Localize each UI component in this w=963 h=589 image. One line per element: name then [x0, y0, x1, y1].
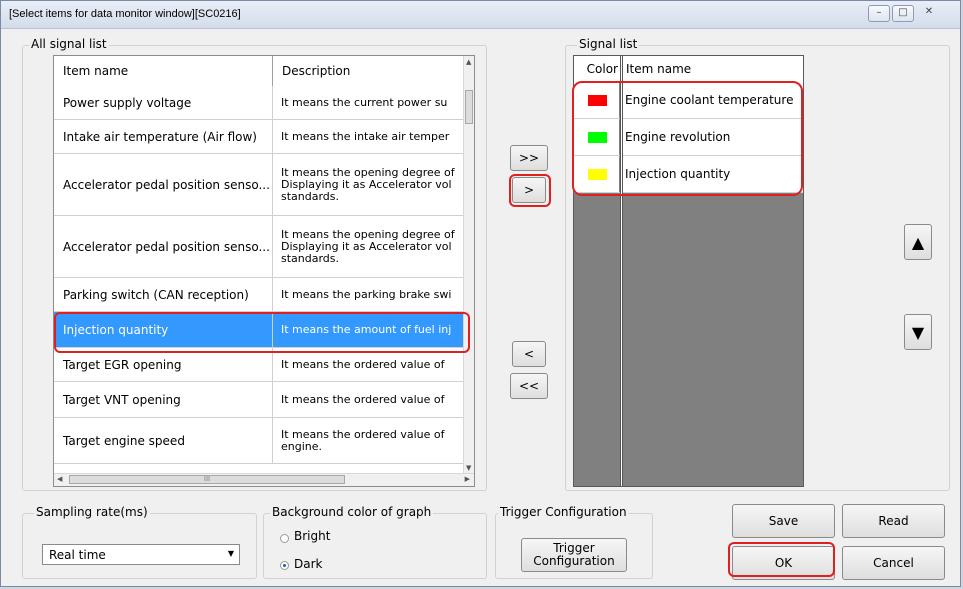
color-swatch[interactable] [588, 95, 607, 106]
dialog-window: [Select items for data monitor window][S… [0, 0, 961, 587]
color-swatch[interactable] [588, 132, 607, 143]
cell-item-name: Target VNT opening [54, 382, 273, 417]
color-cell [574, 119, 620, 155]
table-row[interactable]: Accelerator pedal position senso... It m… [54, 216, 464, 278]
cell-item-name: Target engine speed [54, 418, 273, 463]
column-header-color[interactable]: Color [574, 56, 620, 82]
column-header-item-name[interactable]: Item name [626, 56, 691, 82]
table-row[interactable]: Intake air temperature (Air flow) It mea… [54, 120, 464, 154]
column-divider [620, 56, 623, 486]
minimize-icon[interactable]: – [868, 5, 890, 22]
cell-item-name: Accelerator pedal position senso... [54, 216, 273, 277]
all-signal-list-label: All signal list [29, 37, 109, 51]
radio-dark-label: Dark [294, 557, 323, 571]
title-bar: [Select items for data monitor window][S… [1, 1, 960, 29]
cell-description: It means the ordered value of [281, 357, 445, 371]
add-all-button[interactable]: >> [510, 145, 548, 171]
cell-item-name: Accelerator pedal position senso... [54, 154, 273, 215]
background-color-label: Background color of graph [270, 505, 434, 519]
column-header-description[interactable]: Description [273, 56, 463, 86]
cell-description: It means the opening degree of Displayin… [281, 227, 455, 265]
signal-name: Engine coolant temperature [625, 93, 794, 107]
cell-description: It means the ordered value of [281, 392, 445, 406]
chevron-down-icon: ▼ [227, 549, 234, 558]
window-title: [Select items for data monitor window][S… [9, 8, 241, 20]
cell-item-name: Power supply voltage [54, 86, 273, 119]
signal-grid[interactable]: Color Item name Engine coolant temperatu… [573, 55, 804, 487]
trigger-configuration-button[interactable]: Trigger Configuration [521, 538, 627, 572]
move-up-button[interactable]: ▲ [904, 224, 932, 260]
cell-item-name: Injection quantity [54, 312, 273, 347]
remove-all-button[interactable]: << [510, 373, 548, 399]
table-row[interactable]: Parking switch (CAN reception) It means … [54, 278, 464, 312]
color-swatch[interactable] [588, 169, 607, 180]
read-button[interactable]: Read [842, 504, 945, 538]
cell-description: It means the current power su [281, 95, 448, 109]
cell-item-name: Target EGR opening [54, 348, 273, 381]
scroll-thumb[interactable] [465, 90, 473, 124]
cell-description: It means the opening degree of Displayin… [281, 165, 455, 203]
scroll-up-icon[interactable]: ▲ [466, 58, 471, 66]
save-button[interactable]: Save [732, 504, 835, 538]
maximize-icon[interactable]: □ [892, 5, 914, 22]
table-row[interactable]: Power supply voltage It means the curren… [54, 86, 464, 120]
remove-button[interactable]: < [512, 341, 546, 367]
radio-dark[interactable] [280, 561, 289, 570]
scroll-right-icon[interactable]: ▶ [465, 475, 470, 483]
add-button[interactable]: > [512, 177, 546, 203]
hscroll-thumb[interactable]: III [69, 475, 345, 484]
ok-button[interactable]: OK [732, 546, 835, 580]
color-cell [574, 156, 620, 192]
cell-item-name: Parking switch (CAN reception) [54, 278, 273, 311]
trigger-label: Trigger Configuration [498, 505, 629, 519]
horizontal-scrollbar[interactable]: ◀ III ▶ [54, 473, 474, 486]
cell-item-name: Intake air temperature (Air flow) [54, 120, 273, 153]
sampling-rate-value: Real time [49, 548, 106, 562]
signal-row[interactable]: Engine revolution [574, 119, 803, 156]
signal-name: Injection quantity [625, 167, 731, 181]
scroll-left-icon[interactable]: ◀ [57, 475, 62, 483]
table-row[interactable]: Target engine speed It means the ordered… [54, 418, 464, 464]
signal-grid-header: Color Item name [574, 56, 803, 83]
signal-name: Engine revolution [625, 130, 731, 144]
signal-row[interactable]: Injection quantity [574, 156, 803, 193]
table-row[interactable]: Target EGR opening It means the ordered … [54, 348, 464, 382]
trigger-button-line2: Configuration [533, 554, 615, 568]
move-down-button[interactable]: ▼ [904, 314, 932, 350]
table-row[interactable]: Target VNT opening It means the ordered … [54, 382, 464, 418]
table-row[interactable]: Accelerator pedal position senso... It m… [54, 154, 464, 216]
cell-description: It means the parking brake swi [281, 287, 452, 301]
signal-list-label: Signal list [577, 37, 640, 51]
grid-header: Item name Description [54, 56, 474, 87]
sampling-rate-label: Sampling rate(ms) [34, 505, 150, 519]
scroll-down-icon[interactable]: ▼ [466, 464, 471, 472]
cell-description: It means the intake air temper [281, 129, 450, 143]
signal-row[interactable]: Engine coolant temperature [574, 82, 803, 119]
cell-description: It means the ordered value of engine. [281, 427, 445, 453]
table-row-selected[interactable]: Injection quantity It means the amount o… [54, 312, 464, 348]
cancel-button[interactable]: Cancel [842, 546, 945, 580]
column-header-item-name[interactable]: Item name [54, 56, 273, 86]
radio-bright[interactable] [280, 534, 289, 543]
color-cell [574, 82, 620, 118]
radio-bright-label: Bright [294, 529, 331, 543]
sampling-rate-select[interactable]: Real time ▼ [42, 544, 240, 565]
all-signal-grid[interactable]: Item name Description Power supply volta… [53, 55, 475, 487]
cell-description: It means the amount of fuel inj [281, 322, 452, 336]
close-icon[interactable]: ✕ [916, 5, 942, 22]
vertical-scrollbar[interactable]: ▲ ▼ [463, 56, 474, 474]
